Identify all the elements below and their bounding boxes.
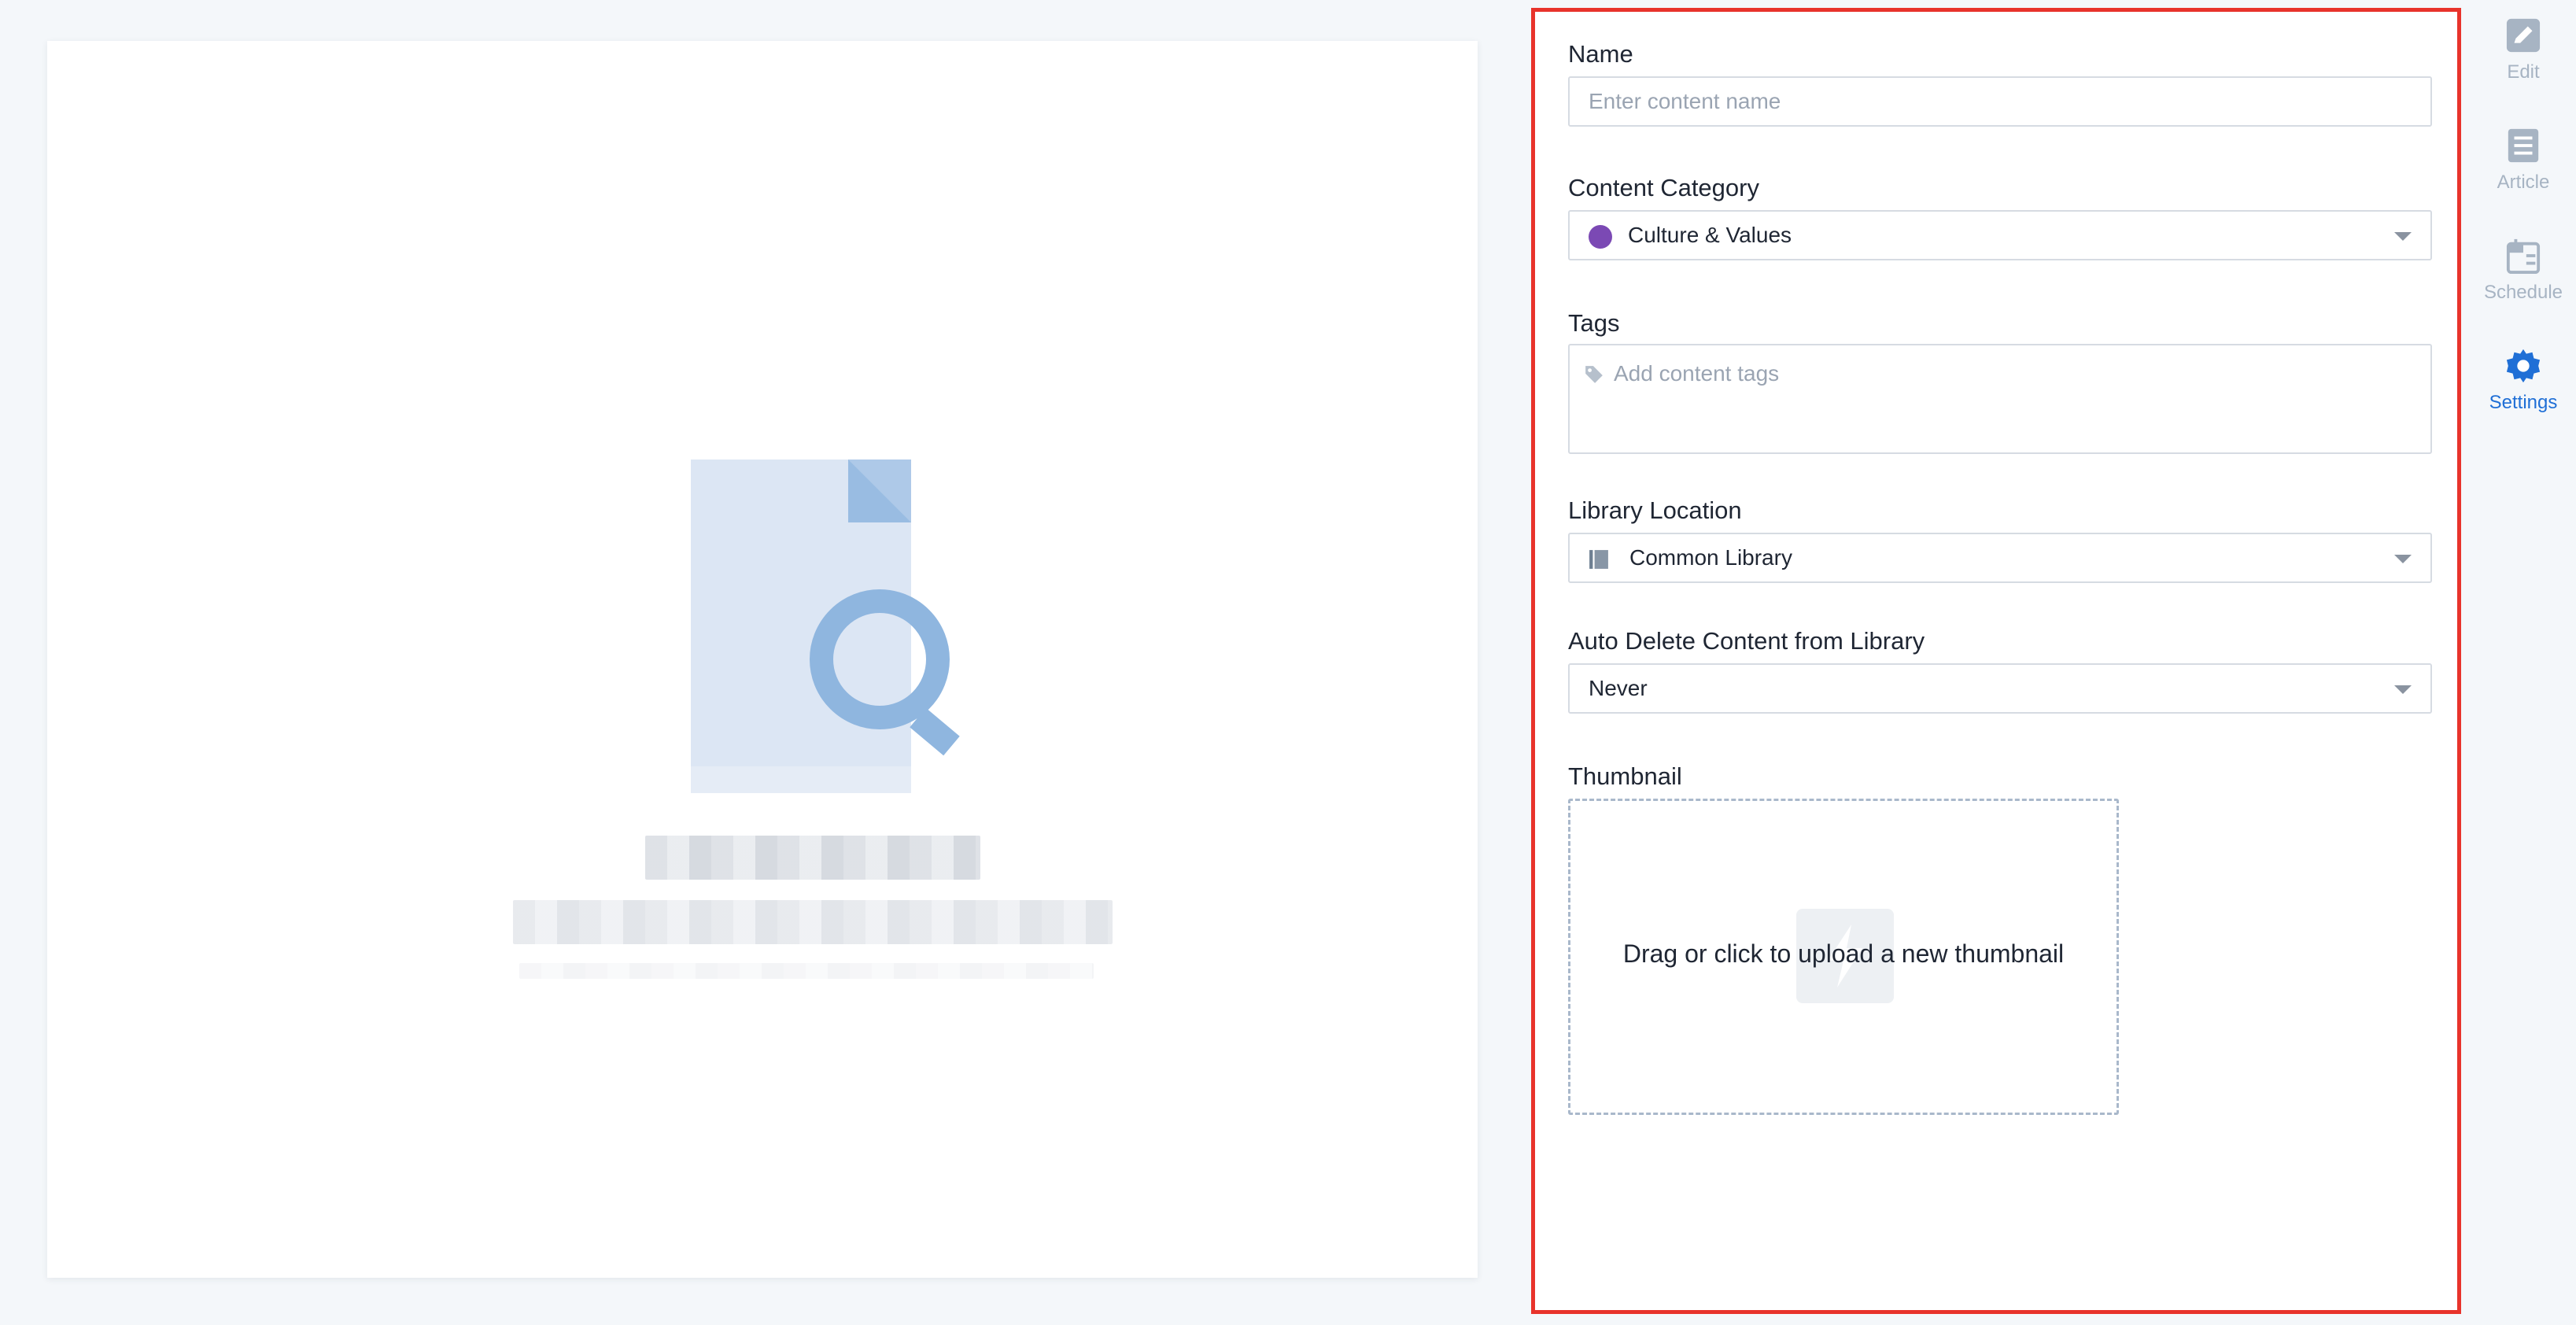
tags-input-placeholder: Add content tags xyxy=(1614,361,1780,386)
library-location-select[interactable]: Common Library xyxy=(1568,533,2432,583)
editor-screen: Name Enter content name Content Category… xyxy=(0,0,2576,1325)
tag-icon xyxy=(1585,366,1603,383)
name-input-placeholder: Enter content name xyxy=(1589,89,1781,113)
auto-delete-label: Auto Delete Content from Library xyxy=(1568,627,1925,655)
thumbnail-upload-text: Drag or click to upload a new thumbnail xyxy=(1622,939,2065,968)
toolbar-edit[interactable]: Edit xyxy=(2471,17,2576,112)
content-category-label: Content Category xyxy=(1568,174,1759,201)
content-category-value: Culture & Values xyxy=(1628,223,1792,247)
content-category-select[interactable]: Culture & Values xyxy=(1568,210,2432,260)
tags-label: Tags xyxy=(1568,309,1620,337)
library-icon xyxy=(1589,550,1608,569)
preview-caption-placeholder xyxy=(519,963,1094,979)
pencil-icon xyxy=(2506,18,2541,53)
preview-subtitle-placeholder xyxy=(513,900,1113,944)
toolbar-schedule-label: Schedule xyxy=(2483,282,2563,303)
auto-delete-select[interactable]: Never xyxy=(1568,663,2432,714)
document-preview-icon xyxy=(691,460,960,793)
chevron-down-icon xyxy=(2394,232,2412,241)
auto-delete-value: Never xyxy=(1589,676,1648,700)
article-icon xyxy=(2508,128,2539,163)
thumbnail-upload-dropzone[interactable]: Drag or click to upload a new thumbnail xyxy=(1568,799,2119,1115)
gear-icon xyxy=(2506,349,2541,383)
settings-panel: Name Enter content name Content Category… xyxy=(1531,8,2461,1314)
category-color-dot xyxy=(1589,225,1612,249)
library-location-label: Library Location xyxy=(1568,496,1742,524)
chevron-down-icon xyxy=(2394,555,2412,563)
name-input[interactable]: Enter content name xyxy=(1568,76,2432,127)
side-toolbar: Edit Article Schedule Settings xyxy=(2471,0,2576,1325)
name-label: Name xyxy=(1568,40,1633,68)
toolbar-schedule[interactable]: Schedule xyxy=(2471,238,2576,332)
calendar-icon xyxy=(2506,238,2541,274)
toolbar-settings-label: Settings xyxy=(2489,392,2558,413)
preview-title-placeholder xyxy=(645,836,980,880)
tags-input[interactable]: Add content tags xyxy=(1568,344,2432,454)
toolbar-edit-label: Edit xyxy=(2507,61,2540,83)
chevron-down-icon xyxy=(2394,685,2412,694)
toolbar-settings[interactable]: Settings xyxy=(2471,348,2576,442)
toolbar-article-label: Article xyxy=(2497,172,2550,193)
library-location-value: Common Library xyxy=(1629,545,1792,570)
thumbnail-label: Thumbnail xyxy=(1568,762,1682,790)
toolbar-article[interactable]: Article xyxy=(2471,127,2576,222)
content-preview-card xyxy=(47,41,1478,1278)
